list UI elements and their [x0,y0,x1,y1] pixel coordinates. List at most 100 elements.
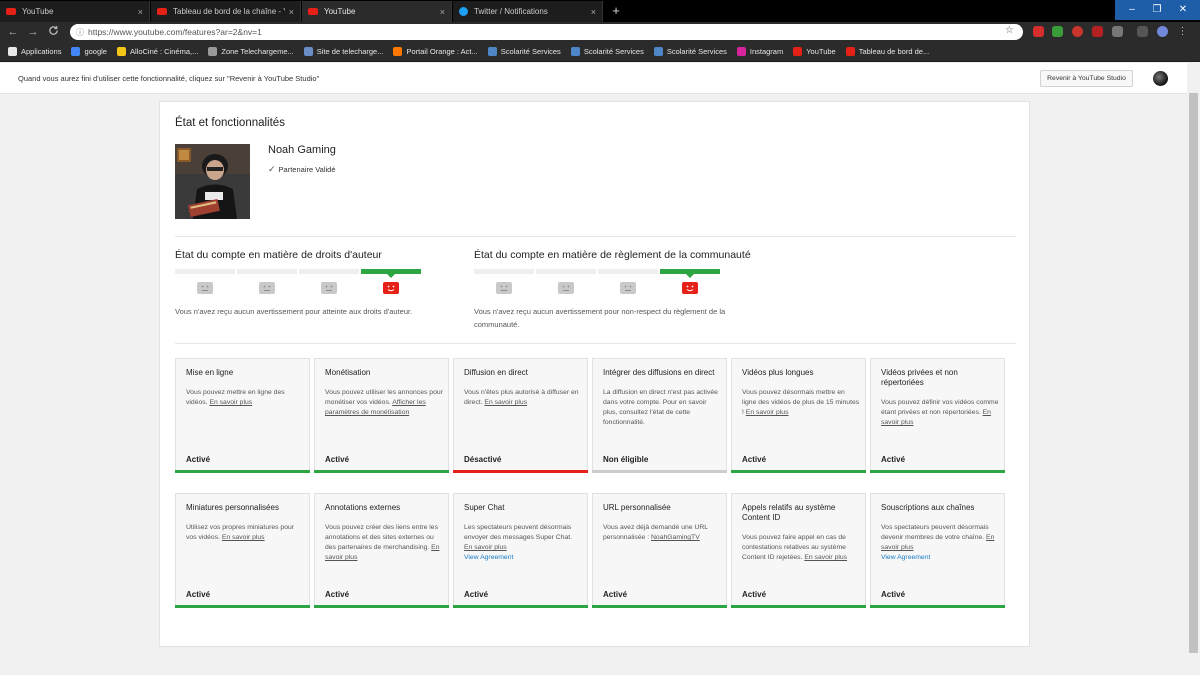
extension-icon[interactable] [1033,26,1044,37]
learn-more-link[interactable]: En savoir plus [484,399,527,406]
page-title: État et fonctionnalités [175,117,285,129]
bookmark-item[interactable]: AlloCiné : Cinéma,... [116,47,199,56]
learn-more-link[interactable]: En savoir plus [464,544,507,551]
learn-more-link[interactable]: En savoir plus [746,409,789,416]
page-scrollbar[interactable] [1187,63,1200,675]
bookmark-item[interactable]: Scolarité Services [487,47,561,56]
community-status-title: État du compte en matière de règlement d… [474,249,751,261]
feature-description: Vous pouvez désormais mettre en ligne de… [742,388,860,418]
notice-text: Quand vous aurez fini d'utiliser cette f… [18,74,320,83]
discord-icon[interactable] [1157,26,1168,37]
learn-more-link[interactable]: En savoir plus [222,534,265,541]
feature-card: Appels relatifs au système Content ID Vou… [731,493,866,608]
new-tab-button[interactable]: + [609,4,623,18]
bookmark-label: Portail Orange : Act... [406,47,478,56]
bookmark-item[interactable]: Portail Orange : Act... [393,47,478,56]
youtube-icon [308,8,318,15]
tab-youtube-1[interactable]: YouTube × [0,1,150,22]
feature-description-text: Vous pouvez définir vos vidéos comme éta… [881,399,999,416]
feature-description-text: Les spectateurs peuvent désormais envoye… [464,524,573,541]
bookmark-item[interactable]: google [71,47,107,56]
url-input[interactable]: ⓘ https://www.youtube.com/features?ar=2&… [70,24,1023,40]
close-icon[interactable]: × [591,7,596,17]
bookmark-item[interactable]: YouTube [793,47,836,56]
bookmark-item[interactable]: Scolarité Services [570,47,644,56]
neutral-face-icon [197,282,213,294]
tab-twitter[interactable]: Twitter / Notifications × [453,1,603,22]
reload-button[interactable] [46,25,60,39]
extension-icon[interactable] [1092,26,1103,37]
strike-level-segment [536,269,596,274]
feature-description-text: Vos spectateurs peuvent désormais deveni… [881,524,989,541]
extension-icon[interactable] [1052,26,1063,37]
bookmark-label: Zone Telechargeme... [221,47,294,56]
status-indicator-bar [314,470,449,473]
studio-notice-bar: Quand vous aurez fini d'utiliser cette f… [0,63,1200,94]
twitter-icon [459,7,468,16]
view-agreement-link[interactable]: View Agreement [464,553,582,563]
channel-name: Noah Gaming [268,144,336,156]
url-text: https://www.youtube.com/features?ar=2&nv… [88,27,262,37]
bookmark-item[interactable]: Tableau de bord de... [845,47,929,56]
feature-status: Activé [881,590,906,599]
extension-icon[interactable] [1112,26,1123,37]
scrollbar-thumb[interactable] [1189,93,1198,653]
feature-title: Vidéos privées et non répertoriées [881,368,958,387]
status-indicator-bar [175,470,310,473]
bookmark-star-icon[interactable]: ☆ [1005,25,1014,36]
feature-card: Super Chat Les spectateurs peuvent désorm… [453,493,588,608]
happy-face-icon [383,282,399,294]
extension-icon[interactable] [1072,26,1083,37]
close-window-button[interactable]: ✕ [1166,0,1200,20]
bookmark-icon [487,47,497,56]
learn-more-link[interactable]: En savoir plus [209,399,252,406]
feature-status: Activé [325,590,350,599]
bookmark-label: AlloCiné : Cinéma,... [129,47,199,56]
bookmark-icon [736,47,746,56]
feature-description: Les spectateurs peuvent désormais envoye… [464,523,582,563]
status-indicator-bar [453,605,588,608]
learn-more-link[interactable]: En savoir plus [804,554,847,561]
status-indicator-bar [592,605,727,608]
learn-more-link[interactable]: NoahGamingTV [651,534,700,541]
close-icon[interactable]: × [138,7,143,17]
feature-card: Souscriptions aux chaînes Vos spectateurs… [870,493,1005,608]
view-agreement-link[interactable]: View Agreement [881,553,999,563]
bookmark-label: Instagram [749,47,784,56]
tab-youtube-active[interactable]: YouTube × [302,1,452,22]
feature-status: Activé [742,455,767,464]
close-icon[interactable]: × [440,7,445,17]
back-button[interactable]: ← [6,25,20,39]
back-to-studio-button[interactable]: Revenir à YouTube Studio [1040,70,1133,87]
feature-title: Miniatures personnalisées [186,503,279,512]
status-indicator-bar [731,470,866,473]
bookmark-icon [303,47,313,56]
bookmark-label: Scolarité Services [500,47,561,56]
bookmark-item[interactable]: Site de telecharge... [303,47,384,56]
bookmark-item[interactable]: Scolarité Services [653,47,727,56]
status-indicator-bar [453,470,588,473]
feature-status: Activé [186,590,211,599]
bookmark-icon [208,47,218,56]
menu-icon[interactable]: ⋮ [1177,26,1188,37]
feature-card: Diffusion en direct Vous n'êtes plus auto… [453,358,588,473]
feature-card: Vidéos plus longues Vous pouvez désormais… [731,358,866,473]
forward-button[interactable]: → [26,25,40,39]
status-indicator-bar [175,605,310,608]
youtube-icon [157,8,167,15]
extension-icon[interactable] [1137,26,1148,37]
feature-title: URL personnalisée [603,503,671,512]
feature-title: Souscriptions aux chaînes [881,503,975,512]
bookmark-item[interactable]: Instagram [736,47,784,56]
copyright-status-desc: Vous n'avez reçu aucun avertissement pou… [175,307,413,316]
close-icon[interactable]: × [289,7,294,17]
bookmark-item[interactable]: Applications [8,47,61,56]
bookmark-icon [845,47,855,56]
browser-tab-bar: YouTube × Tableau de bord de la chaîne -… [0,0,1200,22]
bookmark-label: Site de telecharge... [316,47,384,56]
bookmark-icon [570,47,580,56]
tab-channel-dashboard[interactable]: Tableau de bord de la chaîne - Y × [151,1,301,22]
status-indicator-bar [870,470,1005,473]
bookmark-item[interactable]: Zone Telechargeme... [208,47,294,56]
avatar[interactable] [1153,71,1168,86]
